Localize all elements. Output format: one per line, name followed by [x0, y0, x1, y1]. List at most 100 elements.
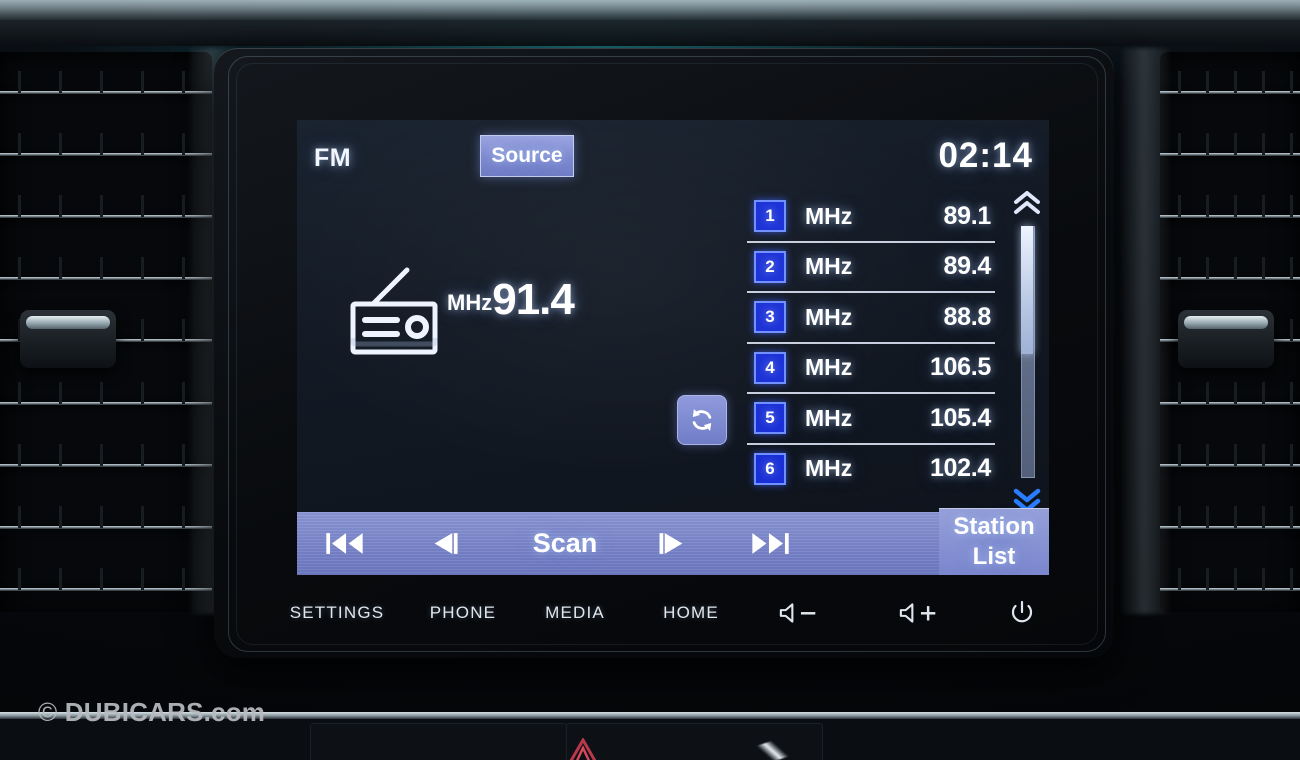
preset-unit-label: MHz	[805, 404, 853, 431]
vent-knob-highlight	[42, 319, 76, 326]
vent-fin	[1262, 132, 1265, 155]
dashboard-top-rail	[0, 0, 1300, 46]
preset-unit-label: MHz	[805, 455, 853, 482]
vent-fin	[1178, 257, 1181, 280]
preset-row[interactable]: 2 MHz 89.4	[747, 240, 995, 292]
vent-fin	[181, 70, 185, 93]
vent-fin	[99, 443, 103, 466]
vent-fin	[181, 568, 185, 591]
vent-fin	[181, 443, 185, 466]
preset-row[interactable]: 1 MHz 89.1	[747, 192, 995, 241]
preset-unit-label: MHz	[805, 202, 853, 229]
vent-fin	[181, 381, 185, 404]
lower-button-panel-left	[310, 723, 567, 760]
vent-fin	[140, 381, 144, 404]
hardware-button-phone[interactable]: PHONE	[418, 592, 508, 634]
hardware-button-power[interactable]	[1002, 592, 1042, 634]
hardware-button-media[interactable]: MEDIA	[530, 592, 620, 634]
vent-fin	[18, 568, 21, 591]
vent-fin	[140, 443, 144, 466]
vent-fin	[140, 568, 144, 591]
vent-fin	[58, 195, 62, 218]
vent-fin	[1206, 257, 1209, 280]
vent-fin	[1206, 443, 1209, 466]
hazard-light-button[interactable]	[566, 736, 600, 760]
volume-up-icon	[899, 603, 936, 623]
preset-row[interactable]: 6 MHz 102.4	[747, 442, 995, 494]
vent-fin	[99, 70, 103, 93]
vent-slat	[1160, 588, 1300, 592]
vent-fin	[1178, 381, 1181, 404]
preset-number-badge: 3	[754, 301, 786, 334]
vent-slat	[1160, 152, 1300, 156]
vent-fin	[18, 70, 21, 93]
skip-next-button[interactable]	[732, 512, 808, 575]
hardware-button-settings[interactable]: SETTINGS	[282, 592, 392, 634]
watermark: © DUBICARS.com	[38, 697, 265, 728]
infotainment-screenshot: FM Source 02:14 MHz91.4 1 MHz 89.1 2 MHz…	[0, 0, 1300, 760]
vent-slat	[1160, 526, 1300, 530]
scrollbar[interactable]	[1010, 188, 1044, 518]
hardware-button-volume-down[interactable]	[770, 592, 830, 634]
preset-number-badge: 1	[754, 200, 786, 233]
preset-frequency-value: 89.4	[943, 252, 992, 281]
vent-slat	[0, 463, 212, 467]
scan-button[interactable]: Scan	[497, 512, 633, 575]
lcd-screen[interactable]: FM Source 02:14 MHz91.4 1 MHz 89.1 2 MHz…	[297, 120, 1049, 575]
preset-frequency-value: 89.1	[943, 201, 992, 230]
scrollbar-thumb[interactable]	[1021, 226, 1033, 354]
vent-fin	[1234, 568, 1237, 591]
scroll-up-button[interactable]	[1012, 188, 1042, 218]
station-list-line1: Station	[953, 513, 1035, 541]
radio-icon-reflection	[345, 293, 445, 388]
vent-fin	[1206, 381, 1209, 404]
tune-up-icon	[659, 533, 683, 554]
vent-control-knob[interactable]	[20, 310, 116, 368]
vent-fin	[181, 257, 185, 280]
double-chevron-up-icon	[1014, 191, 1040, 214]
skip-previous-button[interactable]	[307, 512, 383, 575]
preset-number-badge: 6	[754, 452, 786, 485]
vent-slat	[0, 277, 212, 281]
vent-fin	[99, 257, 103, 280]
tune-up-button[interactable]	[639, 512, 705, 575]
preset-row[interactable]: 5 MHz 105.4	[747, 392, 995, 443]
vent-fin	[1234, 443, 1237, 466]
vent-fin	[1262, 568, 1265, 591]
hazard-triangle-icon	[569, 736, 597, 760]
vent-fin	[1290, 443, 1293, 466]
skip-next-icon	[752, 533, 789, 554]
vent-slat	[1160, 277, 1300, 281]
refresh-button[interactable]	[677, 395, 727, 445]
vent-fin	[140, 70, 144, 93]
station-list-button[interactable]: Station List	[939, 508, 1049, 575]
vent-fin	[58, 568, 62, 591]
preset-station-list[interactable]: 1 MHz 89.1 2 MHz 89.4 3 MHz 88.8 4 MHz 106.5 5 MHz 105…	[747, 192, 995, 493]
preset-frequency-value: 102.4	[929, 454, 991, 483]
tune-down-button[interactable]	[412, 512, 478, 575]
vent-fin	[1262, 195, 1265, 218]
preset-row[interactable]: 4 MHz 106.5	[747, 341, 995, 393]
vent-fin	[18, 506, 21, 529]
vent-fin	[18, 132, 21, 155]
hardware-button-home[interactable]: HOME	[646, 592, 736, 634]
refresh-icon	[692, 409, 712, 431]
vent-fin	[18, 257, 21, 280]
vent-fin	[1290, 319, 1293, 342]
vent-fin	[1262, 443, 1265, 466]
preset-row[interactable]: 3 MHz 88.8	[747, 291, 995, 342]
source-button[interactable]: Source	[480, 135, 574, 177]
vent-fin	[1234, 132, 1237, 155]
tune-down-icon	[434, 533, 458, 554]
vent-slat	[1160, 463, 1300, 467]
hardware-button-volume-up[interactable]	[890, 592, 950, 634]
vent-fin	[140, 195, 144, 218]
preset-frequency-value: 106.5	[929, 353, 991, 382]
preset-frequency-value: 88.8	[943, 302, 992, 331]
vent-fin	[58, 70, 62, 93]
vent-fin	[18, 195, 21, 218]
vent-control-knob[interactable]	[1178, 310, 1274, 368]
vent-slat	[1160, 90, 1300, 94]
vent-fin	[1178, 195, 1181, 218]
vent-fin	[1290, 381, 1293, 404]
